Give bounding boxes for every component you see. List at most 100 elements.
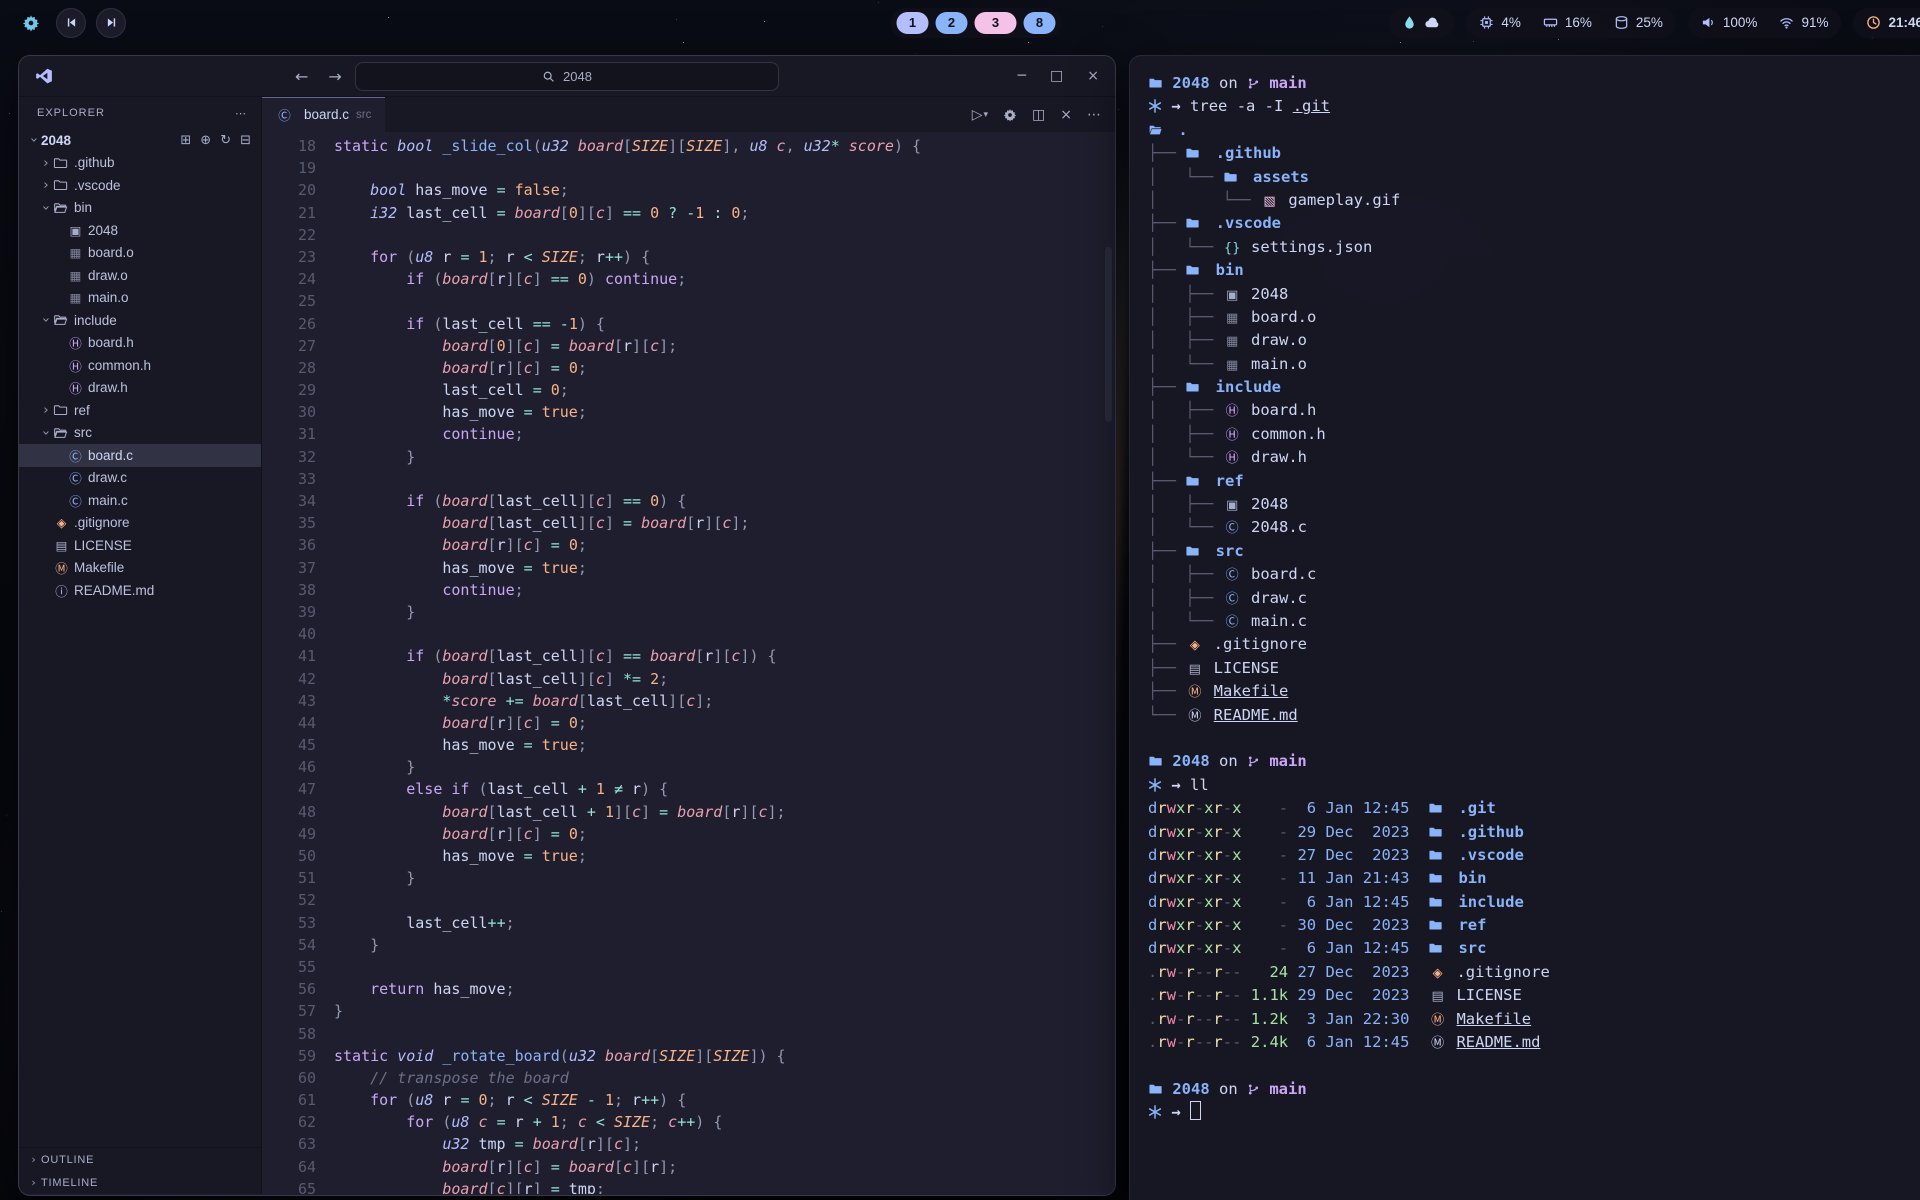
line-number[interactable]: 29 — [262, 379, 316, 401]
line-number[interactable]: 35 — [262, 512, 316, 534]
media-next-button[interactable] — [96, 8, 126, 38]
explorer-item-board.h[interactable]: Ⓗboard.h — [19, 332, 261, 355]
code-line[interactable]: } — [334, 934, 1115, 956]
explorer-item-ref[interactable]: ›ref — [19, 399, 261, 422]
code-line[interactable]: bool has_move = false; — [334, 179, 1115, 201]
workspace-badge-1[interactable]: 1 — [897, 12, 929, 34]
code-line[interactable]: if (board[last_cell][c] == board[r][c]) … — [334, 645, 1115, 667]
explorer-item-main.c[interactable]: Ⓒmain.c — [19, 489, 261, 512]
code-editor[interactable]: static bool _slide_col(u32 board[SIZE][S… — [334, 135, 1115, 1194]
line-number[interactable]: 64 — [262, 1156, 316, 1178]
explorer-item-draw.h[interactable]: Ⓗdraw.h — [19, 377, 261, 400]
code-line[interactable] — [334, 623, 1115, 645]
line-number[interactable]: 48 — [262, 801, 316, 823]
minimize-button[interactable]: ─ — [1018, 68, 1026, 84]
explorer-item-Makefile[interactable]: ⓂMakefile — [19, 557, 261, 580]
code-line[interactable]: has_move = true; — [334, 401, 1115, 423]
line-number[interactable]: 42 — [262, 668, 316, 690]
command-center-search[interactable]: 2048 — [355, 62, 779, 91]
explorer-item-.gitignore[interactable]: ◈.gitignore — [19, 512, 261, 535]
explorer-item-draw.o[interactable]: ▦draw.o — [19, 264, 261, 287]
line-number[interactable]: 33 — [262, 468, 316, 490]
line-number[interactable]: 54 — [262, 934, 316, 956]
launcher-logo-icon[interactable] — [16, 8, 46, 38]
code-line[interactable] — [334, 290, 1115, 312]
code-line[interactable]: board[c][r] = tmp; — [334, 1178, 1115, 1194]
explorer-item-.github[interactable]: ›.github — [19, 152, 261, 175]
line-number[interactable]: 57 — [262, 1000, 316, 1022]
line-number[interactable]: 39 — [262, 601, 316, 623]
line-number[interactable]: 53 — [262, 912, 316, 934]
explorer-item-.vscode[interactable]: ›.vscode — [19, 174, 261, 197]
maximize-button[interactable]: □ — [1050, 68, 1063, 84]
line-number[interactable]: 22 — [262, 224, 316, 246]
code-line[interactable]: has_move = true; — [334, 557, 1115, 579]
explorer-item-board.o[interactable]: ▦board.o — [19, 242, 261, 265]
explorer-item-2048[interactable]: ›2048⊞⊕↻⊟ — [19, 129, 261, 152]
code-line[interactable]: if (last_cell == -1) { — [334, 313, 1115, 335]
outline-section[interactable]: › OUTLINE — [19, 1148, 261, 1171]
line-number[interactable]: 51 — [262, 867, 316, 889]
editor-scrollbar[interactable] — [1105, 247, 1112, 422]
code-line[interactable]: continue; — [334, 423, 1115, 445]
code-line[interactable]: *score += board[last_cell][c]; — [334, 690, 1115, 712]
code-line[interactable]: has_move = true; — [334, 845, 1115, 867]
navigate-back-button[interactable]: ← — [295, 67, 308, 86]
code-line[interactable] — [334, 224, 1115, 246]
line-number[interactable]: 63 — [262, 1133, 316, 1155]
line-number[interactable]: 24 — [262, 268, 316, 290]
line-number[interactable]: 62 — [262, 1111, 316, 1133]
line-number[interactable]: 47 — [262, 778, 316, 800]
explorer-item-README.md[interactable]: ⓘREADME.md — [19, 579, 261, 602]
new-folder-icon[interactable]: ⊕ — [200, 133, 211, 148]
line-number[interactable]: 41 — [262, 645, 316, 667]
code-line[interactable]: board[r][c] = board[c][r]; — [334, 1156, 1115, 1178]
timeline-section[interactable]: › TIMELINE — [19, 1171, 261, 1194]
line-number[interactable]: 40 — [262, 623, 316, 645]
line-number[interactable]: 36 — [262, 534, 316, 556]
code-line[interactable]: } — [334, 756, 1115, 778]
code-line[interactable]: board[r][c] = 0; — [334, 357, 1115, 379]
line-number[interactable]: 52 — [262, 889, 316, 911]
explorer-item-board.c[interactable]: Ⓒboard.c — [19, 444, 261, 467]
line-number[interactable]: 44 — [262, 712, 316, 734]
workspace-badge-2[interactable]: 2 — [936, 12, 968, 34]
line-number[interactable]: 37 — [262, 557, 316, 579]
explorer-item-bin[interactable]: ›bin — [19, 197, 261, 220]
code-line[interactable] — [334, 1023, 1115, 1045]
code-line[interactable]: for (u8 r = 0; r < SIZE - 1; r++) { — [334, 1089, 1115, 1111]
new-file-icon[interactable]: ⊞ — [180, 133, 191, 148]
workspace-badge-8[interactable]: 8 — [1024, 12, 1056, 34]
explorer-item-2048[interactable]: ▣2048 — [19, 219, 261, 242]
code-line[interactable]: static void _rotate_board(u32 board[SIZE… — [334, 1045, 1115, 1067]
line-number[interactable]: 26 — [262, 313, 316, 335]
collapse-folders-icon[interactable]: ⊟ — [240, 133, 251, 148]
code-line[interactable] — [334, 889, 1115, 911]
explorer-item-include[interactable]: ›include — [19, 309, 261, 332]
split-editor-button[interactable]: ◫ — [1032, 107, 1045, 123]
line-number[interactable]: 45 — [262, 734, 316, 756]
navigate-forward-button[interactable]: → — [328, 67, 341, 86]
line-number[interactable]: 30 — [262, 401, 316, 423]
clock-widget[interactable]: 21:46 — [1853, 8, 1920, 38]
audio-network-widget[interactable]: 100% 91% — [1688, 8, 1842, 38]
refresh-explorer-icon[interactable]: ↻ — [220, 133, 231, 148]
code-line[interactable]: return has_move; — [334, 978, 1115, 1000]
code-line[interactable]: i32 last_cell = board[0][c] == 0 ? -1 : … — [334, 202, 1115, 224]
code-line[interactable]: board[r][c] = 0; — [334, 534, 1115, 556]
explorer-item-LICENSE[interactable]: ▤LICENSE — [19, 534, 261, 557]
code-line[interactable]: // transpose the board — [334, 1067, 1115, 1089]
code-line[interactable]: } — [334, 446, 1115, 468]
line-number[interactable]: 49 — [262, 823, 316, 845]
code-line[interactable]: board[r][c] = 0; — [334, 712, 1115, 734]
explorer-item-main.o[interactable]: ▦main.o — [19, 287, 261, 310]
code-line[interactable]: last_cell++; — [334, 912, 1115, 934]
code-line[interactable] — [334, 157, 1115, 179]
code-line[interactable]: board[last_cell][c] = board[r][c]; — [334, 512, 1115, 534]
terminal-window[interactable]: 2048 on main → tree -a -I .git .├── .git… — [1129, 55, 1920, 1200]
explorer-item-common.h[interactable]: Ⓗcommon.h — [19, 354, 261, 377]
line-number[interactable]: 21 — [262, 202, 316, 224]
line-number[interactable]: 18 — [262, 135, 316, 157]
terminal-cursor[interactable] — [1190, 1101, 1201, 1120]
code-line[interactable]: for (u8 c = r + 1; c < SIZE; c++) { — [334, 1111, 1115, 1133]
